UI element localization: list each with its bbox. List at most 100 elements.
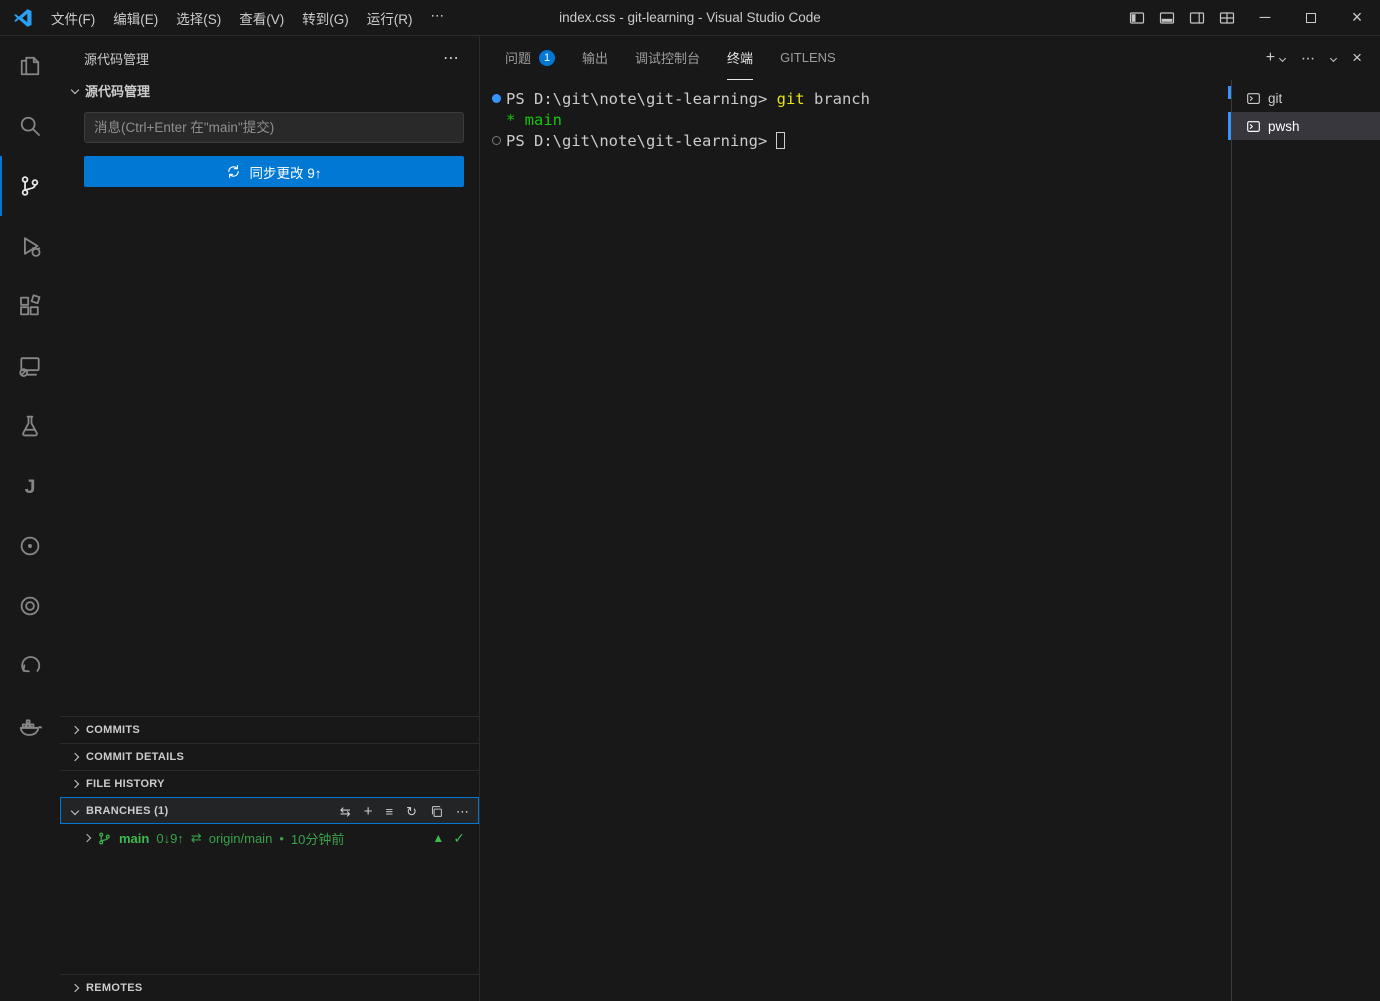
tab-terminal[interactable]: 终端 [727,36,753,80]
pane-commit-details[interactable]: COMMIT DETAILS [60,743,479,770]
source-control-icon[interactable] [0,156,60,216]
menu-file[interactable]: 文件(F) [42,4,104,32]
command-decoration-success-icon [492,94,501,103]
history-arrow-icon[interactable] [0,636,60,696]
activity-bar: J [0,36,60,1001]
sync-button-label: 同步更改 9↑ [249,162,321,182]
pane-commit-details-label: COMMIT DETAILS [86,751,184,763]
new-terminal-button[interactable]: + [1266,49,1285,67]
branch-row-main[interactable]: main 0↓9↑ ⇄ origin/main • 10分钟前 ▲ ✓ [60,824,479,852]
maximize-button[interactable] [1288,0,1334,35]
toggle-secondary-sidebar-icon[interactable] [1182,0,1212,35]
sidebar-header: 源代码管理 ⋯ [60,36,479,76]
pane-remotes[interactable]: REMOTES [60,974,479,1001]
separator-dot: • [279,831,284,846]
chevron-right-icon [71,984,79,992]
pane-commits-label: COMMITS [86,724,140,736]
branch-icon [97,831,112,846]
pane-file-history-label: FILE HISTORY [86,778,165,790]
testing-icon[interactable] [0,396,60,456]
checked-out-icon: ✓ [453,830,465,847]
menu-selection[interactable]: 选择(S) [167,4,230,32]
pane-remotes-label: REMOTES [86,982,143,994]
scm-tree-empty-area [60,187,479,716]
terminal-icon [1246,119,1261,134]
close-panel-icon[interactable]: × [1352,48,1362,68]
chevron-right-icon [71,726,79,734]
view-layout-icon[interactable]: ≡ [386,805,394,818]
toggle-panel-icon[interactable] [1152,0,1182,35]
maximize-icon [1306,13,1316,23]
commit-message-input[interactable] [84,112,464,143]
remote-explorer-icon[interactable] [0,336,60,396]
tab-output[interactable]: 输出 [582,36,608,80]
overview-ruler-mark [1228,112,1231,140]
pane-commits[interactable]: COMMITS [60,716,479,743]
menu-go[interactable]: 转到(G) [293,4,358,32]
new-branch-icon[interactable]: + [364,804,373,819]
command-decoration-pending-icon [492,136,501,145]
chevron-down-icon [71,86,79,94]
terminal-tab-pwsh[interactable]: pwsh [1232,112,1380,140]
tab-debug-console[interactable]: 调试控制台 [635,36,700,80]
copy-icon[interactable] [430,805,443,818]
pane-branches[interactable]: BRANCHES (1) ⇆ + ≡ ↻ ⋯ [60,797,479,824]
vscode-logo-icon [12,7,34,29]
terminal-profile-dropdown-icon[interactable] [1279,54,1286,61]
tab-output-label: 输出 [582,48,608,67]
terminal-cursor [776,132,785,149]
scm-provider-label: 源代码管理 [85,81,150,100]
terminal-line-prompt: PS D:\git\note\git-learning> [492,130,1225,151]
panel-header: 问题 1 输出 调试控制台 终端 GITLENS + ⋯ × [480,36,1380,80]
extensions-icon[interactable] [0,276,60,336]
tab-gitlens[interactable]: GITLENS [780,36,836,80]
explorer-icon[interactable] [0,36,60,96]
run-debug-icon[interactable] [0,216,60,276]
terminal-more-actions-icon[interactable]: ⋯ [1301,50,1315,67]
menu-view[interactable]: 查看(V) [230,4,293,32]
search-icon[interactable] [0,96,60,156]
terminal-icon [1246,91,1261,106]
sidebar-source-control: 源代码管理 ⋯ 源代码管理 同步更改 9↑ COMMITS COMMIT DET… [60,36,480,1001]
terminal-line-output: * main [492,109,1225,130]
sidebar-more-actions-icon[interactable]: ⋯ [443,48,459,68]
problems-badge: 1 [539,50,555,66]
jupyter-icon[interactable]: J [0,456,60,516]
pane-branches-label: BRANCHES (1) [86,805,168,817]
branches-toolbar: ⇆ + ≡ ↻ ⋯ [340,804,469,819]
close-button[interactable]: × [1334,0,1380,35]
branch-time: 10分钟前 [291,829,344,848]
terminal-line-command: PS D:\git\note\git-learning> git branch [492,88,1225,109]
chevron-right-icon [83,834,91,842]
menu-edit[interactable]: 编辑(E) [104,4,167,32]
panel-collapse-icon[interactable] [1331,56,1336,61]
pane-file-history[interactable]: FILE HISTORY [60,770,479,797]
docker-icon[interactable] [0,696,60,756]
customize-layout-icon[interactable] [1212,0,1242,35]
terminal[interactable]: PS D:\git\note\git-learning> git branch … [480,80,1231,1001]
svg-text:J: J [25,476,36,498]
target-icon[interactable] [0,576,60,636]
terminal-tabs-list: git pwsh [1231,80,1380,1001]
minimize-button[interactable]: ─ [1242,0,1288,35]
branch-name: main [119,831,149,846]
terminal-output-branch: * main [506,111,562,129]
terminal-tab-git[interactable]: git [1232,84,1380,112]
sync-changes-button[interactable]: 同步更改 9↑ [84,156,464,187]
menu-run[interactable]: 运行(R) [358,4,422,32]
sync-icon [226,164,241,179]
refresh-icon[interactable]: ↻ [406,805,417,818]
push-triangle-icon[interactable]: ▲ [432,831,444,845]
more-actions-icon[interactable]: ⋯ [456,805,469,818]
terminal-argument: branch [814,90,870,108]
panel-actions: + ⋯ × [1266,48,1362,68]
terminal-prompt: PS D:\git\note\git-learning> [506,90,767,108]
toggle-sidebar-icon[interactable] [1122,0,1152,35]
circle-extension-icon[interactable] [0,516,60,576]
scm-provider-header[interactable]: 源代码管理 [60,76,479,104]
more-menus-icon[interactable]: ⋯ [422,4,455,32]
tab-problems[interactable]: 问题 1 [505,36,555,80]
title-bar: 文件(F) 编辑(E) 选择(S) 查看(V) 转到(G) 运行(R) ⋯ in… [0,0,1380,36]
window-title: index.css - git-learning - Visual Studio… [559,10,821,25]
compare-branches-icon[interactable]: ⇆ [340,805,351,818]
